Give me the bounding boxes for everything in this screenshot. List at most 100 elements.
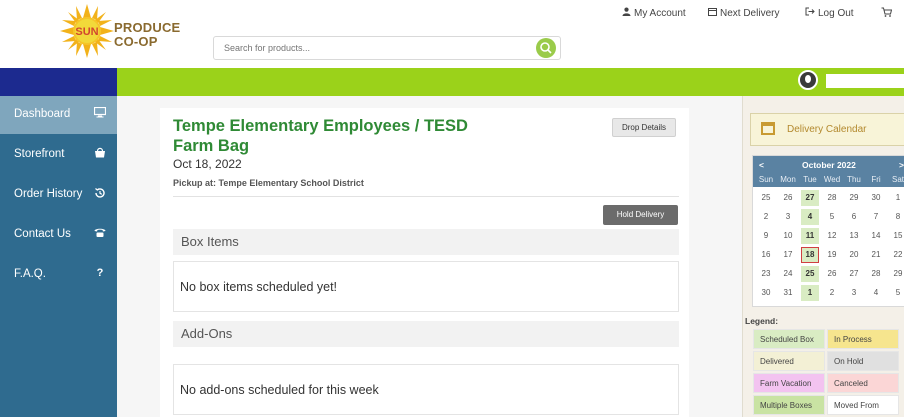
cart-link[interactable] xyxy=(881,7,895,20)
avatar[interactable] xyxy=(798,70,818,90)
calendar-day[interactable]: 12 xyxy=(823,228,841,244)
log-out-link[interactable]: Log Out xyxy=(805,7,854,19)
sidebar-item-order-history[interactable]: Order History xyxy=(0,176,117,214)
calendar-weekday: Fri xyxy=(871,175,881,184)
calendar-day[interactable]: 5 xyxy=(823,209,841,225)
page: SUN PRODUCE CO-OP My Account Next Delive… xyxy=(0,0,904,417)
legend: Scheduled Box In Process Delivered On Hold F… xyxy=(753,329,904,417)
delivery-date: Oct 18, 2022 xyxy=(173,157,242,171)
account-links: My Account Next Delivery Log Out xyxy=(0,7,904,21)
calendar-day[interactable]: 25 xyxy=(801,266,819,282)
calendar-day[interactable]: 20 xyxy=(845,247,863,263)
header: SUN PRODUCE CO-OP My Account Next Delive… xyxy=(0,0,904,68)
calendar-day[interactable]: 7 xyxy=(867,209,885,225)
calendar-day[interactable]: 1 xyxy=(801,285,819,301)
calendar-day[interactable]: 27 xyxy=(801,190,819,206)
calendar-day[interactable]: 2 xyxy=(757,209,775,225)
sidebar-item-contact-us[interactable]: Contact Us xyxy=(0,216,117,254)
calendar-day[interactable]: 25 xyxy=(757,190,775,206)
search-icon xyxy=(540,42,552,54)
calendar-day[interactable]: 16 xyxy=(757,247,775,263)
legend-item-label: Moved From xyxy=(834,401,879,410)
box-items-empty-message: No box items scheduled yet! xyxy=(180,280,338,294)
calendar-day[interactable]: 3 xyxy=(845,285,863,301)
calendar-day[interactable]: 5 xyxy=(889,285,904,301)
calendar-day[interactable]: 10 xyxy=(779,228,797,244)
calendar-day[interactable]: 17 xyxy=(779,247,797,263)
calendar-weekday: Mon xyxy=(780,175,796,184)
hold-delivery-button[interactable]: Hold Delivery xyxy=(603,205,678,225)
my-account-link[interactable]: My Account xyxy=(622,7,686,19)
calendar-day[interactable]: 23 xyxy=(757,266,775,282)
box-items-panel: No box items scheduled yet! xyxy=(173,261,679,312)
calendar-day[interactable]: 21 xyxy=(867,247,885,263)
calendar-day[interactable]: 6 xyxy=(845,209,863,225)
sidebar-item-faq[interactable]: F.A.Q. ? xyxy=(0,256,117,294)
calendar: < October 2022 > Sun Mon Tue Wed Thu Fri Sat 2… xyxy=(752,155,904,307)
search-button[interactable] xyxy=(536,38,556,58)
calendar-day[interactable]: 18 xyxy=(801,247,819,263)
add-ons-heading-label: Add-Ons xyxy=(181,326,233,341)
calendar-day[interactable]: 26 xyxy=(779,190,797,206)
logo-wordmark: PRODUCE CO-OP xyxy=(114,21,180,49)
calendar-prev-button[interactable]: < xyxy=(759,160,764,170)
logo-line-2: CO-OP xyxy=(114,34,158,49)
legend-item: Farm Vacation xyxy=(753,373,825,393)
legend-item: Multiple Boxes xyxy=(753,395,825,415)
calendar-day[interactable]: 15 xyxy=(889,228,904,244)
calendar-header: < October 2022 > xyxy=(753,156,904,174)
calendar-day[interactable]: 27 xyxy=(845,266,863,282)
calendar-day[interactable]: 30 xyxy=(757,285,775,301)
sidebar-item-label: Storefront xyxy=(14,148,65,160)
pickup-location: Pickup at: Tempe Elementary School Distr… xyxy=(173,178,364,188)
legend-item-label: Farm Vacation xyxy=(760,379,812,388)
calendar-day[interactable]: 29 xyxy=(889,266,904,282)
sidebar-item-label: F.A.Q. xyxy=(14,268,46,280)
logo-sun-text: SUN xyxy=(75,26,98,38)
calendar-day[interactable]: 24 xyxy=(779,266,797,282)
calendar-day[interactable]: 28 xyxy=(867,266,885,282)
calendar-day[interactable]: 9 xyxy=(757,228,775,244)
calendar-day[interactable]: 22 xyxy=(889,247,904,263)
sidebar-item-label: Order History xyxy=(14,188,83,200)
calendar-day[interactable]: 3 xyxy=(779,209,797,225)
delivery-calendar-title: Delivery Calendar xyxy=(787,124,867,135)
calendar-day[interactable]: 2 xyxy=(823,285,841,301)
calendar-icon xyxy=(708,8,717,16)
calendar-day[interactable]: 8 xyxy=(889,209,904,225)
calendar-day[interactable]: 1 xyxy=(889,190,904,206)
phone-icon xyxy=(93,227,107,241)
history-icon xyxy=(93,187,107,202)
my-account-label: My Account xyxy=(634,8,686,19)
logout-icon xyxy=(805,7,815,16)
delivery-calendar-header: Delivery Calendar xyxy=(750,113,904,146)
calendar-day[interactable]: 11 xyxy=(801,228,819,244)
calendar-day[interactable]: 19 xyxy=(823,247,841,263)
calendar-day[interactable]: 28 xyxy=(823,190,841,206)
sidebar-item-dashboard[interactable]: Dashboard xyxy=(0,96,117,134)
calendar-day[interactable]: 26 xyxy=(823,266,841,282)
calendar-day[interactable]: 31 xyxy=(779,285,797,301)
legend-item: On Hold xyxy=(827,351,899,371)
calendar-day[interactable]: 29 xyxy=(845,190,863,206)
calendar-day[interactable]: 14 xyxy=(867,228,885,244)
legend-title: Legend: xyxy=(745,316,779,326)
calendar-month: October 2022 xyxy=(802,160,856,170)
shopping-bag-icon xyxy=(93,147,107,161)
sidebar-item-storefront[interactable]: Storefront xyxy=(0,136,117,174)
drop-details-button[interactable]: Drop Details xyxy=(612,118,676,137)
user-name-box[interactable] xyxy=(826,74,904,88)
calendar-day[interactable]: 13 xyxy=(845,228,863,244)
sidebar-item-label: Contact Us xyxy=(14,228,71,240)
add-ons-empty-message: No add-ons scheduled for this week xyxy=(180,383,379,397)
search-input[interactable] xyxy=(224,40,524,56)
legend-item-label: Multiple Boxes xyxy=(760,401,813,410)
next-delivery-link[interactable]: Next Delivery xyxy=(708,7,779,19)
calendar-day[interactable]: 4 xyxy=(867,285,885,301)
calendar-next-button[interactable]: > xyxy=(899,160,904,170)
calendar-weekday: Sun xyxy=(758,175,774,184)
legend-item-label: Canceled xyxy=(834,379,868,388)
calendar-day[interactable]: 4 xyxy=(801,209,819,225)
calendar-day[interactable]: 30 xyxy=(867,190,885,206)
legend-item-label: Scheduled Box xyxy=(760,335,814,344)
